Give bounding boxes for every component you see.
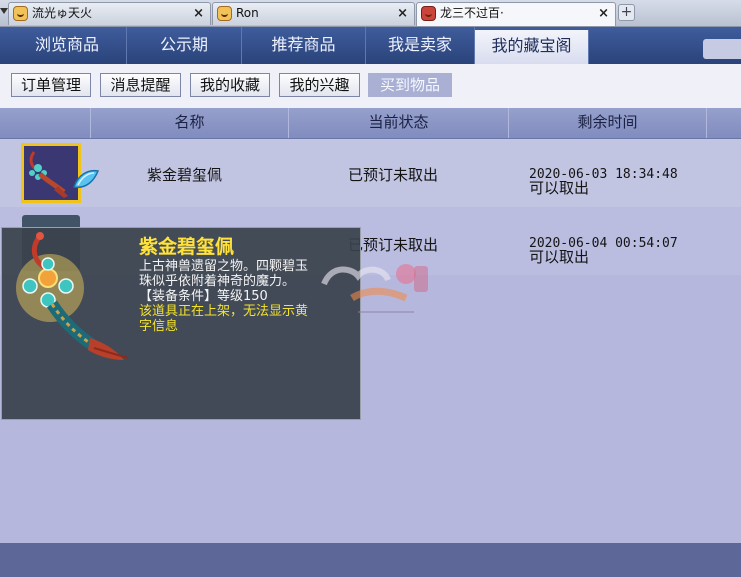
browser-tab-title: 龙三不过百· [440,6,504,20]
page-footer-bar [0,543,741,577]
game-favicon-icon [217,6,232,21]
item-tooltip: 紫金碧玺佩 上古神兽遗留之物。四颗碧玉 珠似乎依附着神奇的魔力。 【装备条件】等… [1,227,361,420]
nav-my-treasure[interactable]: 我的藏宝阁 [475,30,589,64]
nav-recommended[interactable]: 推荐商品 [242,27,366,64]
jade-pendant-icon [16,232,129,360]
item-time-note: 可以取出 [529,179,590,197]
column-header-name[interactable]: 名称 [90,108,288,138]
nav-browse-items[interactable]: 浏览商品 [8,27,127,64]
nav-right-tab[interactable] [703,39,741,59]
nav-public-period[interactable]: 公示期 [127,27,242,64]
close-tab-icon[interactable]: × [397,3,408,24]
close-tab-icon[interactable]: × [598,3,609,24]
column-header-status[interactable]: 当前状态 [288,108,508,138]
table-header: 名称 当前状态 剩余时间 [0,108,741,139]
column-header-time[interactable]: 剩余时间 [508,108,706,138]
column-header-extra [706,108,741,138]
item-status: 已预订未取出 [348,236,439,254]
forum-watermark-logo [321,264,428,313]
browser-tab-1[interactable]: 流光ゅ天火 × [8,2,211,25]
nav-seller[interactable]: 我是卖家 [366,27,475,64]
jade-pendant-icon [24,146,78,200]
sub-nav: 订单管理 消息提醒 我的收藏 我的兴趣 买到物品 [0,64,741,108]
bought-items-button[interactable]: 买到物品 [368,73,452,97]
item-time-note: 可以取出 [529,248,590,266]
order-management-button[interactable]: 订单管理 [11,73,91,97]
browser-tab-strip: 流光ゅ天火 × Ron × 龙三不过百· × + [0,0,741,27]
my-interests-button[interactable]: 我的兴趣 [279,73,360,97]
tooltip-item-name: 紫金碧玺佩 [139,236,235,258]
item-status: 已预订未取出 [348,166,439,184]
gem-icon [73,169,100,189]
tooltip-warning-line: 字信息 [139,319,179,334]
dragon-favicon-icon [421,6,436,21]
main-nav: 浏览商品 公示期 推荐商品 我是卖家 我的藏宝阁 [0,27,741,64]
new-tab-button[interactable]: + [618,4,635,21]
browser-tab-title: 流光ゅ天火 [32,6,93,20]
browser-tab-title: Ron [236,6,259,20]
item-name: 紫金碧玺佩 [147,166,223,184]
tab-list-arrow-icon[interactable] [0,8,8,14]
message-reminder-button[interactable]: 消息提醒 [100,73,181,97]
close-tab-icon[interactable]: × [193,3,204,24]
browser-tab-3[interactable]: 龙三不过百· × [416,2,616,26]
game-favicon-icon [13,6,28,21]
my-favorites-button[interactable]: 我的收藏 [190,73,270,97]
browser-tab-2[interactable]: Ron × [212,2,415,25]
table-row[interactable]: 紫金碧玺佩 已预订未取出 2020-06-03 18:34:48 可以取出 [0,139,741,207]
